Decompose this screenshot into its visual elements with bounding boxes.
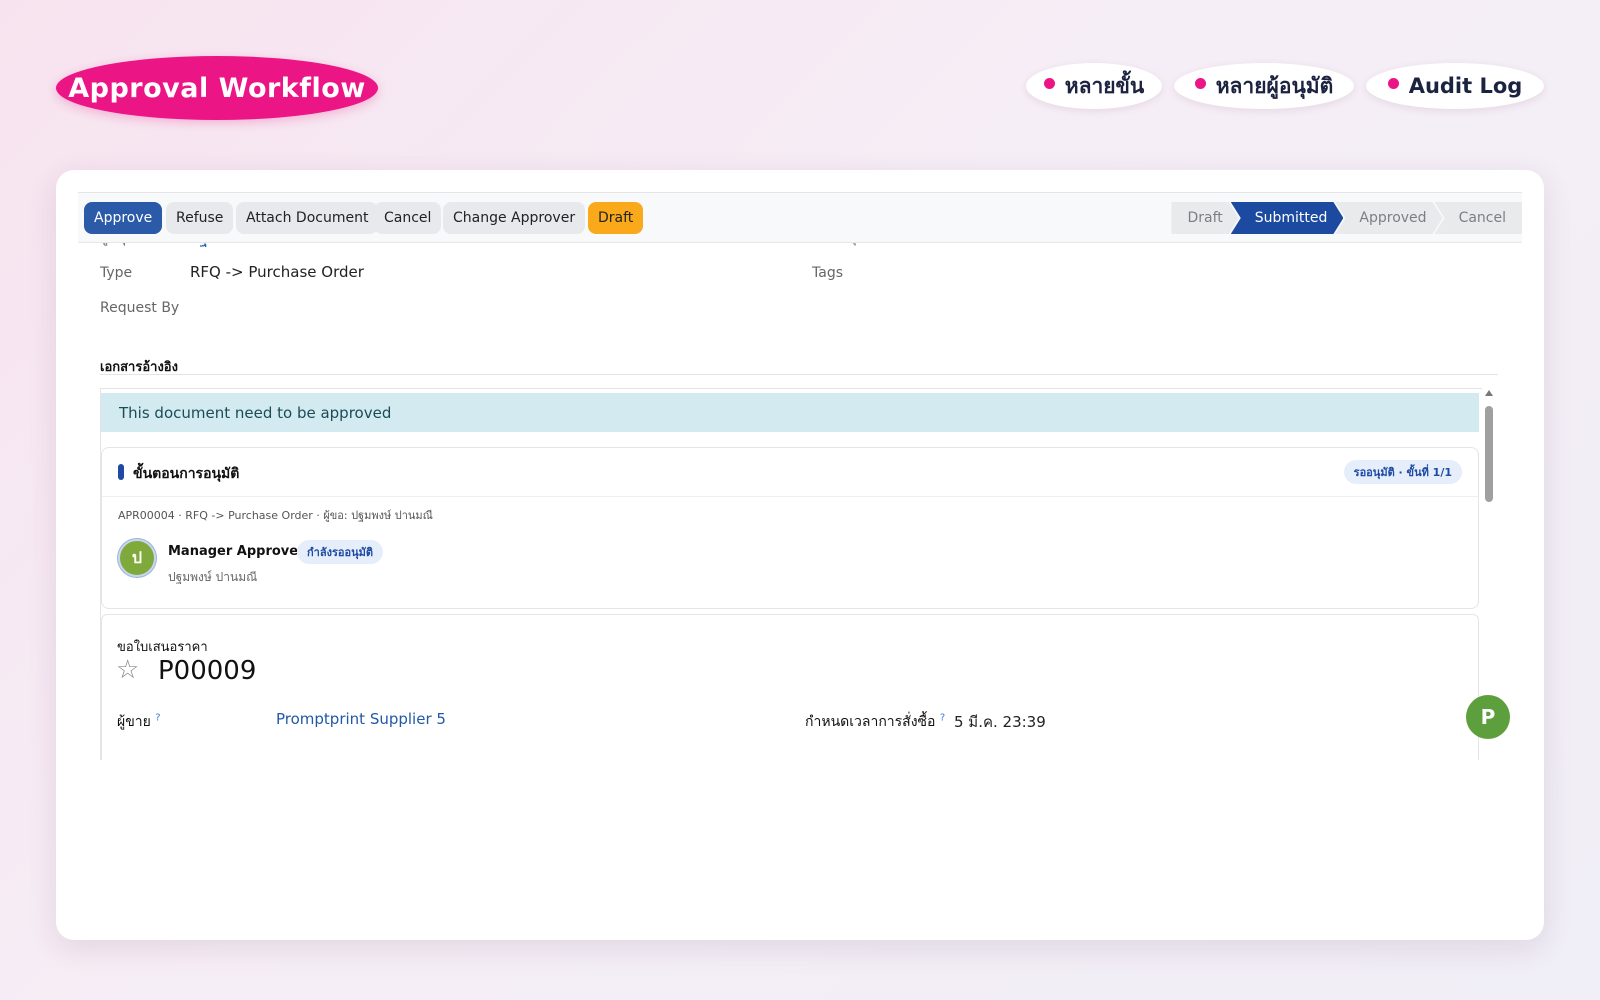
refuse-button[interactable]: Refuse	[166, 202, 234, 234]
cancel-button[interactable]: Cancel	[374, 202, 442, 234]
bullet-dot-icon	[1043, 77, 1055, 89]
form-content: ผู้อนุมัติ ปฐมพงษ์ ปานมณี วันที่อนุมัติ …	[78, 193, 1522, 760]
bullet-dot-icon	[1194, 77, 1206, 89]
section-divider	[100, 374, 1498, 375]
step-status-badge: กำลังรออนุมัติ	[297, 540, 383, 564]
approve-button[interactable]: Approve	[84, 202, 163, 234]
step-name: Manager Approve	[168, 544, 299, 559]
action-toolbar: Approve Refuse Attach Document Cancel Ch…	[78, 193, 1522, 243]
screenshot-card: Approve Refuse Attach Document Cancel Ch…	[56, 170, 1544, 940]
feature-pill-multi-step: หลายขั้น	[1026, 63, 1162, 109]
stage-submitted[interactable]: Submitted	[1231, 202, 1344, 234]
vendor-label: ผู้ขาย ?	[117, 711, 161, 733]
app-window: Approve Refuse Attach Document Cancel Ch…	[78, 192, 1522, 930]
approver-avatar: ป	[118, 539, 156, 577]
attach-document-button[interactable]: Attach Document	[236, 202, 379, 234]
scroll-thumb[interactable]	[1485, 406, 1493, 502]
stage-draft[interactable]: Draft	[1171, 202, 1238, 234]
feature-label: Audit Log	[1408, 74, 1523, 98]
workflow-meta: APR00004 · RFQ -> Purchase Order · ผู้ขอ…	[118, 509, 433, 522]
po-number: P00009	[158, 656, 257, 686]
feature-pill-audit-log: Audit Log	[1366, 63, 1544, 109]
deadline-value: 5 มี.ค. 23:39	[954, 713, 1046, 731]
embedded-document-frame: This document need to be approved ขั้นตอ…	[100, 388, 1484, 760]
status-bar: Draft Submitted Approved Cancel	[1171, 202, 1522, 234]
hero-title: Approval Workflow	[56, 56, 378, 120]
workflow-header: ขั้นตอนการอนุมัติ รออนุมัติ · ขั้นที่ 1/…	[102, 448, 1478, 497]
feature-label: หลายขั้น	[1064, 73, 1145, 98]
accent-bar	[118, 464, 124, 480]
stage-cancel[interactable]: Cancel	[1434, 202, 1522, 234]
type-label: Type	[100, 265, 133, 281]
deadline-label: กำหนดเวลาการสั่งซื้อ ?	[805, 711, 945, 733]
vendor-value[interactable]: Promptprint Supplier 5	[276, 710, 446, 728]
feature-label: หลายผู้อนุมัติ	[1215, 73, 1334, 98]
draft-button[interactable]: Draft	[588, 202, 644, 234]
scroll-up-arrow-icon[interactable]	[1485, 390, 1493, 396]
po-type-label: ขอใบเสนอราคา	[117, 640, 208, 655]
step-approver-name: ปฐมพงษ์ ปานมณี	[168, 570, 258, 584]
tags-label: Tags	[812, 265, 843, 281]
deadline-label-text: กำหนดเวลาการสั่งซื้อ	[805, 714, 936, 730]
workflow-panel: ขั้นตอนการอนุมัติ รออนุมัติ · ขั้นที่ 1/…	[101, 447, 1479, 609]
change-approver-button[interactable]: Change Approver	[443, 202, 586, 234]
feature-pill-multi-approver: หลายผู้อนุมัติ	[1174, 63, 1354, 109]
type-value[interactable]: RFQ -> Purchase Order	[190, 263, 364, 281]
workflow-status-badge: รออนุมัติ · ขั้นที่ 1/1	[1343, 460, 1462, 484]
help-icon[interactable]: ?	[155, 712, 160, 723]
purchase-order-card: ขอใบเสนอราคา ☆ P00009 ผู้ขาย ? Promptpri…	[101, 614, 1479, 760]
vendor-label-text: ผู้ขาย	[117, 714, 151, 730]
bullet-dot-icon	[1387, 77, 1399, 89]
help-icon[interactable]: ?	[940, 712, 945, 723]
star-icon[interactable]: ☆	[116, 655, 139, 685]
stage-approved[interactable]: Approved	[1335, 202, 1442, 234]
chat-avatar-button[interactable]: P	[1466, 695, 1510, 739]
approval-alert: This document need to be approved	[101, 393, 1479, 432]
form-viewport: Approve Refuse Attach Document Cancel Ch…	[78, 193, 1522, 760]
request-by-label: Request By	[100, 300, 180, 316]
workflow-title: ขั้นตอนการอนุมัติ	[133, 466, 240, 482]
